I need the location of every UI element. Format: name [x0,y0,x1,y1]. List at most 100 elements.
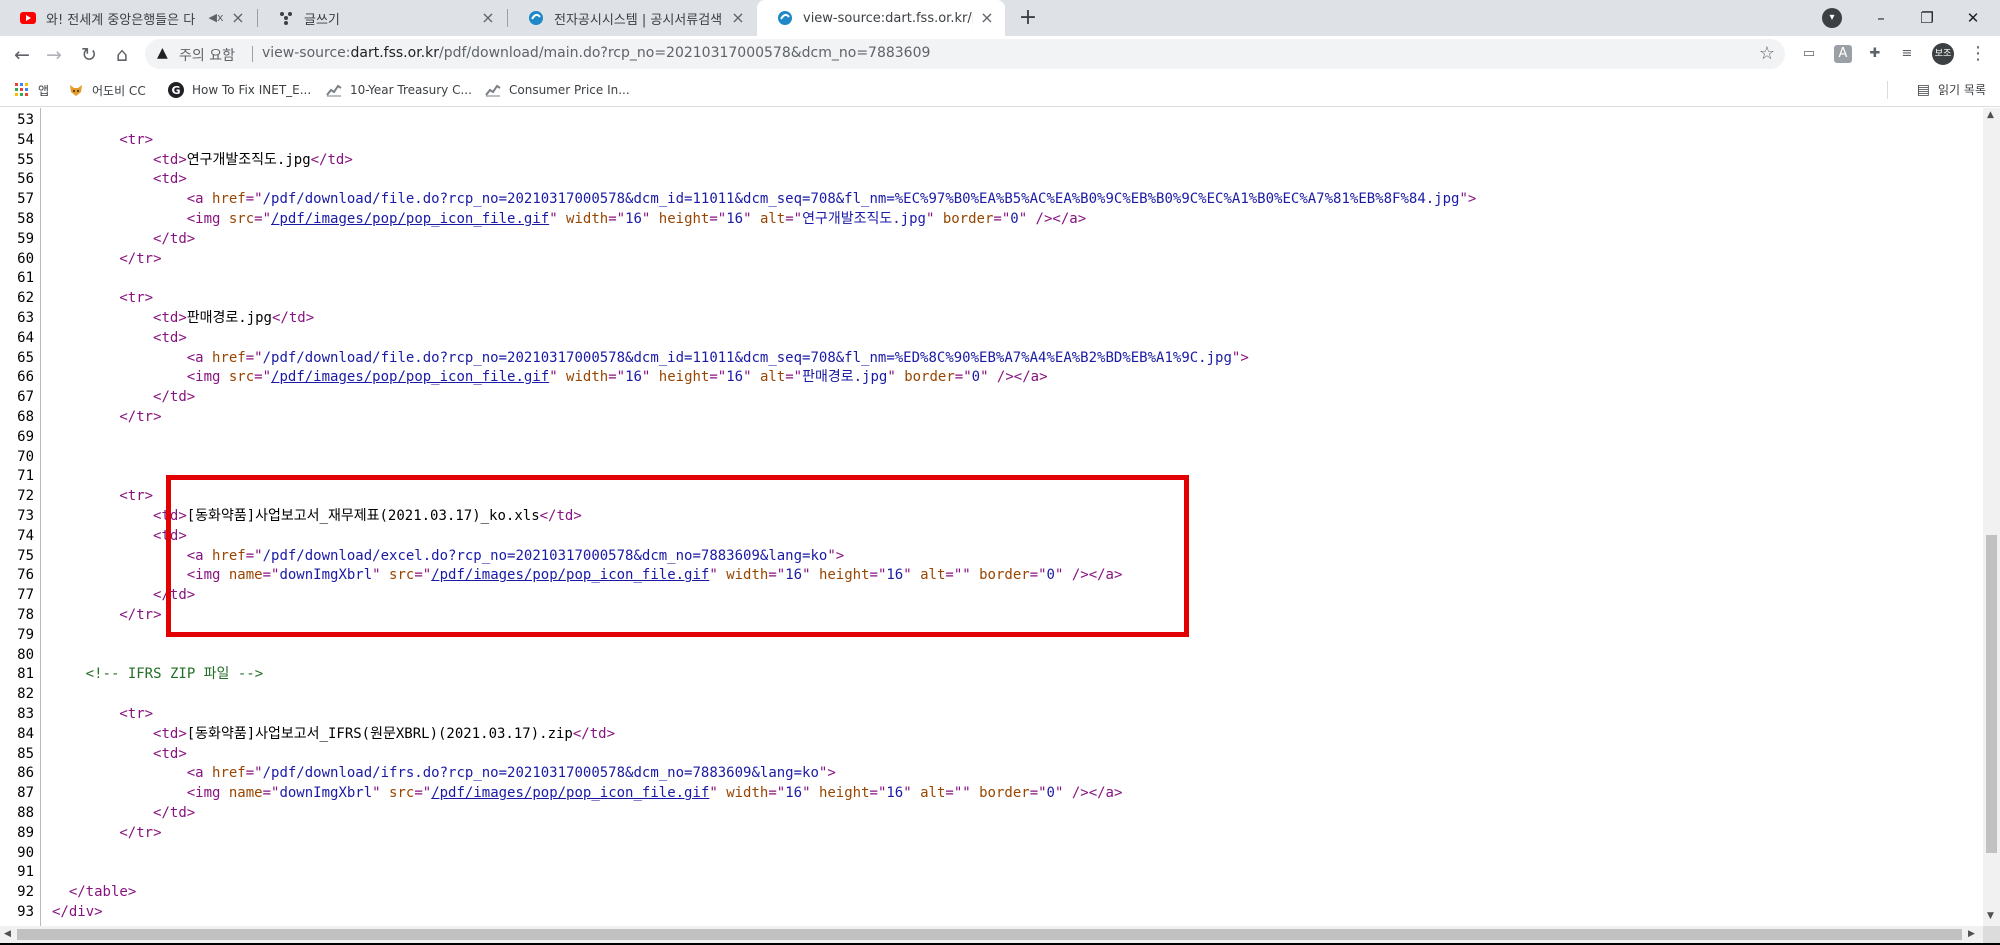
url-path: /pdf/download/main.do?rcp_no=20210317000… [438,45,931,61]
bookmark-inet-fix[interactable]: G How To Fix INET_E... [168,81,311,99]
source-line: 70 [0,447,1983,467]
markup-tag: <td> [153,171,187,188]
home-button[interactable]: ⌂ [108,41,136,69]
tab-youtube[interactable]: 와! 전세계 중앙은행들은 다 ◀x × [0,0,256,36]
security-label[interactable]: 주의 요함 [179,45,235,65]
source-link[interactable]: /pdf/images/pop/pop_icon_file.gif [271,211,549,227]
bookmark-apps[interactable]: 앱 [14,81,49,99]
source-line: 91 [0,862,1983,882]
source-link[interactable]: /pdf/images/pop/pop_icon_file.gif [271,369,549,385]
extensions-icon[interactable]: ✚ [1866,45,1884,63]
line-number: 74 [17,527,34,544]
source-line: 61 [0,268,1983,288]
close-icon[interactable]: × [480,10,496,26]
source-line: 69 [0,427,1983,447]
reading-list-button[interactable]: ▤ 읽기 목록 [1917,81,1986,98]
line-number: 80 [17,646,34,663]
g-logo-icon: G [168,82,184,98]
close-icon[interactable]: × [230,10,246,26]
bookmark-treasury[interactable]: 10-Year Treasury C... [326,81,472,99]
acrobat-icon[interactable]: A [1834,45,1852,63]
media-queue-icon[interactable]: ≡ [1898,45,1916,63]
markup-tag: =" [785,211,803,227]
svg-text:G: G [171,84,180,97]
attribute-name: border [904,369,955,386]
attribute-value: /pdf/download/file.do?rcp_no=20210317000… [262,349,1232,366]
markup-tag: <tr> [119,706,154,722]
markup-tag: "> [818,765,836,782]
url-text[interactable]: view-source:dart.fss.or.kr/pdf/download/… [262,45,930,61]
source-line: 53 [0,110,1983,130]
address-bar[interactable]: ▲ 주의 요함 view-source:dart.fss.or.kr/pdf/d… [145,39,1785,69]
tab-search-icon[interactable]: ▾ [1822,8,1842,28]
bookmark-cpi[interactable]: Consumer Price In... [485,81,630,99]
tab-blog-write[interactable]: 글쓰기 × [258,0,506,36]
attribute-value: /pdf/download/file.do?rcp_no=20210317000… [262,191,1460,208]
minimize-button[interactable]: – [1858,4,1904,32]
line-number: 91 [17,864,34,881]
text-content: 연구개발조직도.jpg [186,151,311,168]
source-line: 81 <!-- IFRS ZIP 파일 --> [0,664,1983,684]
source-view[interactable]: 53 54 <tr> 55 <td>연구개발조직도.jpg</td> 56 <td> 57 <a… [0,108,1983,926]
tab-dart-search[interactable]: 전자공시시스템 | 공시서류검색 | × [508,0,756,36]
line-number: 58 [17,211,34,227]
line-code: </div> [52,902,103,922]
tab-view-source[interactable]: view-source:dart.fss.or.kr/pdf/do × [757,0,1005,36]
line-code: <img src="/pdf/images/pop/pop_icon_file.… [187,209,1086,229]
vertical-scrollbar[interactable]: ▲ ▼ [1983,108,2000,926]
youtube-icon [20,10,36,26]
line-code: <a href="/pdf/download/file.do?rcp_no=20… [187,189,1477,209]
reload-button[interactable]: ↻ [75,41,103,69]
markup-tag: " [549,369,567,386]
window-close-button[interactable]: ✕ [1950,4,1996,32]
markup-tag: " [743,369,760,386]
close-icon[interactable]: × [730,10,746,26]
scroll-up-icon[interactable]: ▲ [1987,110,1994,120]
back-button[interactable]: ← [8,41,36,69]
cast-icon[interactable]: ▭ [1800,45,1818,63]
fox-icon [68,82,84,98]
menu-icon[interactable]: ⋮ [1966,42,1990,66]
markup-tag: </tr> [119,250,162,267]
line-code: <td> [153,744,187,764]
scroll-right-icon[interactable]: ▶ [1968,929,1975,939]
bookmark-star-icon[interactable]: ☆ [1759,43,1775,64]
markup-tag: </tr> [119,409,162,425]
scroll-down-icon[interactable]: ▼ [1987,911,1994,921]
mute-icon[interactable]: ◀x [208,10,224,26]
horizontal-scroll-thumb[interactable] [17,929,1962,940]
markup-tag: </table> [68,884,137,901]
highlight-box [166,475,1189,637]
markup-tag: " [641,211,659,227]
line-code: <td>[동화약품]사업보고서_IFRS(원문XBRL)(2021.03.17)… [153,724,615,744]
source-line: 85 <td> [0,744,1983,764]
source-line: 64 <td> [0,328,1983,348]
vertical-scroll-thumb[interactable] [1986,535,1997,853]
dart-icon [528,10,544,26]
line-number: 76 [17,567,34,584]
attribute-name: href [212,191,246,208]
new-tab-button[interactable]: + [1014,4,1042,32]
avatar[interactable]: 보조 [1932,43,1954,65]
line-number: 61 [17,270,34,287]
bookmark-label: How To Fix INET_E... [192,83,312,97]
line-number: 72 [17,488,34,505]
horizontal-scrollbar[interactable]: ◀ ▶ [0,926,1983,943]
bookmark-label: 어도비 CC [92,83,146,98]
close-icon[interactable]: × [979,10,995,26]
attribute-name: href [212,349,246,366]
attribute-name: alt [759,211,786,227]
warning-icon[interactable]: ▲ [157,45,168,61]
source-line: 92 </table> [0,882,1983,902]
markup-tag: </td> [310,151,353,168]
markup-tag: " [925,211,943,227]
scroll-left-icon[interactable]: ◀ [4,929,11,939]
bookmark-adobe-cc[interactable]: 어도비 CC [68,81,146,99]
forward-button[interactable]: → [40,41,68,69]
restore-button[interactable]: ❐ [1904,4,1950,32]
markup-tag: =" [768,785,786,802]
markup-tag: "> [1459,191,1477,208]
source-link[interactable]: /pdf/images/pop/pop_icon_file.gif [431,785,709,801]
attribute-value: 16 [625,211,642,227]
line-number: 84 [17,725,34,742]
